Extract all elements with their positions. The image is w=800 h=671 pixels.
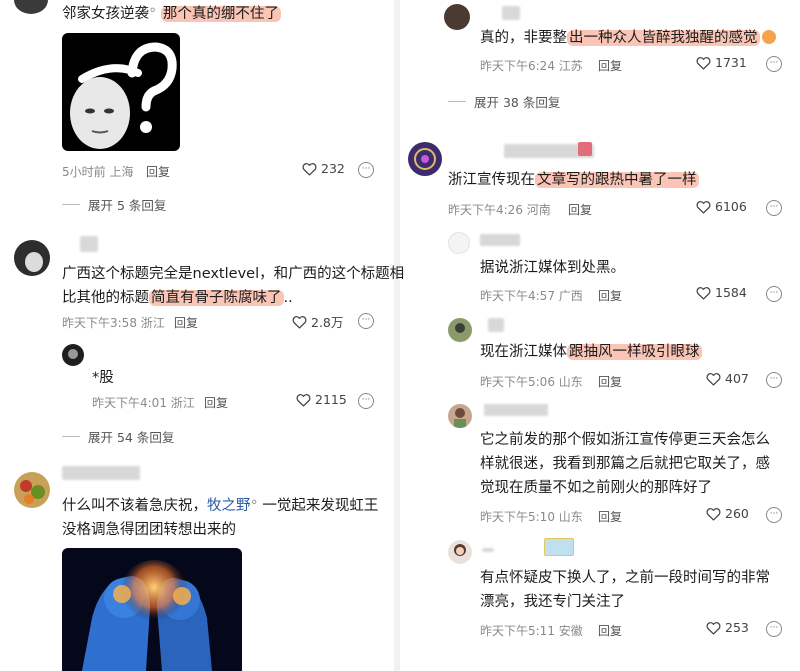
more-options-icon[interactable]: ··· (766, 372, 782, 388)
reply-button[interactable]: 回复 (174, 314, 198, 331)
more-options-icon[interactable]: ··· (358, 162, 374, 178)
comment-text-line2: 比其他的标题 简直有骨子陈腐味了.. (62, 290, 293, 306)
comment-meta: 昨天下午3:58 浙江 (62, 316, 165, 330)
avatar[interactable] (448, 540, 472, 564)
username-blurred (62, 466, 140, 480)
heart-icon (706, 621, 721, 635)
comment-text: 邻家女孩逆袭° 那个真的绷不住了 (62, 6, 281, 22)
comment-image[interactable] (62, 548, 242, 671)
comment-meta: 昨天下午6:24 江苏 (480, 59, 583, 73)
like-count: 253 (725, 620, 749, 635)
comment-meta: 5小时前 上海 (62, 165, 134, 179)
like-button[interactable]: 232 (302, 161, 345, 176)
like-button[interactable]: 6106 (696, 199, 747, 214)
heart-icon (296, 393, 311, 407)
avatar[interactable] (14, 472, 50, 508)
like-count: 232 (321, 161, 345, 176)
like-count: 2.8万 (311, 315, 344, 330)
more-options-icon[interactable]: ··· (766, 56, 782, 72)
reply-button[interactable]: 回复 (598, 57, 622, 74)
comment-text: 有点怀疑皮下换人了，之前一段时间写的非常 (480, 570, 770, 586)
comment-meta: 昨天下午5:06 山东 (480, 375, 583, 389)
heart-icon (696, 56, 711, 70)
more-options-icon[interactable]: ··· (766, 200, 782, 216)
mention-link[interactable]: 牧之野 (207, 498, 251, 514)
reply-button[interactable]: 回复 (598, 373, 622, 390)
username-blurred (80, 236, 98, 252)
username-blurred (502, 6, 520, 20)
reply-button[interactable]: 回复 (146, 163, 170, 180)
heart-icon (706, 507, 721, 521)
like-count: 260 (725, 506, 749, 521)
like-button[interactable]: 407 (706, 371, 749, 386)
avatar[interactable] (408, 142, 442, 176)
heart-icon (706, 372, 721, 386)
avatar[interactable] (448, 232, 470, 254)
like-count: 1584 (715, 285, 747, 300)
like-button[interactable]: 253 (706, 620, 749, 635)
heart-icon (292, 315, 307, 329)
more-options-icon[interactable]: ··· (766, 621, 782, 637)
more-options-icon[interactable]: ··· (766, 507, 782, 523)
avatar[interactable] (14, 0, 48, 14)
reply-button[interactable]: 回复 (568, 201, 592, 218)
right-comment-panel: 真的，非要整 出一种众人皆醉我独醒的感觉 昨天下午6:24 江苏 回复 1731 … (408, 0, 800, 671)
emoji-icon (761, 30, 776, 44)
avatar[interactable] (448, 404, 472, 428)
comment-text-line2: 样就很迷，我看到那篇之后就把它取关了，感 (480, 456, 770, 472)
left-comment-panel: 邻家女孩逆袭° 那个真的绷不住了 5小时前 上海 回复 232 ··· 展开 5… (0, 0, 404, 671)
avatar[interactable] (444, 4, 470, 30)
comment-text: *股 (92, 370, 114, 386)
heart-icon (302, 162, 317, 176)
avatar[interactable] (448, 318, 472, 342)
reply-button[interactable]: 回复 (204, 394, 228, 411)
comment-meta: 昨天下午5:11 安徽 (480, 624, 583, 638)
comment-text: 据说浙江媒体到处黑。 (480, 260, 625, 276)
comment-meta: 昨天下午4:57 广西 (480, 289, 583, 303)
more-options-icon[interactable]: ··· (358, 393, 374, 409)
meme-image[interactable] (62, 33, 180, 151)
heart-icon (696, 286, 711, 300)
comment-text: 它之前发的那个假如浙江宣传停更三天会怎么 (480, 432, 770, 448)
comment-text-line2: 没格调急得团团转想出来的 (62, 522, 236, 538)
like-button[interactable]: 2115 (296, 392, 347, 407)
reply-button[interactable]: 回复 (598, 622, 622, 639)
expand-replies-button[interactable]: 展开 54 条回复 (62, 427, 174, 446)
like-button[interactable]: 1584 (696, 285, 747, 300)
reply-button[interactable]: 回复 (598, 508, 622, 525)
comment-text: 什么叫不该着急庆祝，牧之野° 一觉起来发现虹王 (62, 498, 379, 514)
avatar[interactable] (14, 240, 50, 276)
comment-text: 现在浙江媒体 跟抽风一样吸引眼球 (480, 344, 702, 360)
expand-replies-button[interactable]: 展开 5 条回复 (62, 195, 166, 214)
username-blurred (480, 234, 520, 246)
username-blurred (482, 548, 494, 552)
comment-text-line3: 觉现在质量不如之前刚火的那阵好了 (480, 480, 712, 496)
comment-text-line2: 漂亮，我还专门关注了 (480, 594, 625, 610)
user-badge (578, 142, 592, 156)
like-button[interactable]: 2.8万 (292, 312, 343, 331)
user-badge (544, 538, 574, 556)
heart-icon (696, 200, 711, 214)
like-count: 6106 (715, 199, 747, 214)
like-button[interactable]: 1731 (696, 55, 747, 70)
comment-meta: 昨天下午4:26 河南 (448, 203, 551, 217)
avatar[interactable] (62, 344, 84, 366)
comment-text: 广西这个标题完全是nextlevel，和广西的这个标题相 (62, 266, 405, 282)
comment-meta: 昨天下午4:01 浙江 (92, 396, 195, 410)
like-count: 407 (725, 371, 749, 386)
expand-replies-button[interactable]: 展开 38 条回复 (448, 92, 560, 111)
like-count: 1731 (715, 55, 747, 70)
like-button[interactable]: 260 (706, 506, 749, 521)
comment-text: 浙江宣传现在 文章写的跟热中暑了一样 (448, 172, 699, 188)
comment-text: 真的，非要整 出一种众人皆醉我独醒的感觉 (480, 26, 776, 50)
like-count: 2115 (315, 392, 347, 407)
username-blurred (484, 404, 548, 416)
username-blurred (488, 318, 504, 332)
reply-button[interactable]: 回复 (598, 287, 622, 304)
more-options-icon[interactable]: ··· (358, 313, 374, 329)
column-divider (394, 0, 400, 671)
comment-meta: 昨天下午5:10 山东 (480, 510, 583, 524)
more-options-icon[interactable]: ··· (766, 286, 782, 302)
